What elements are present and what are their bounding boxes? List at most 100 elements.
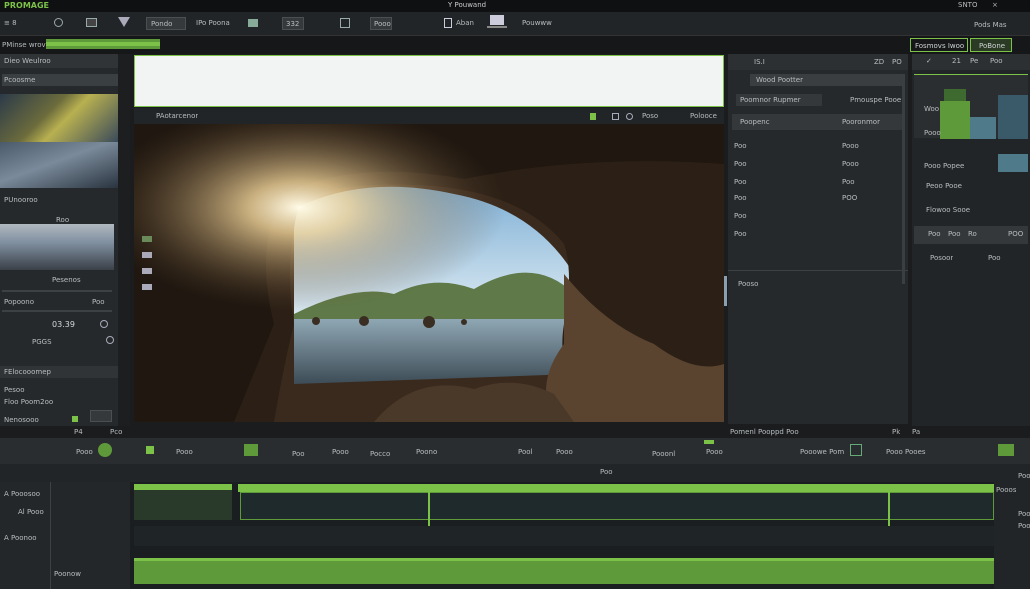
track-label[interactable]: Pooo — [556, 448, 573, 456]
media-list-row[interactable]: Poo POO — [732, 192, 904, 204]
crop-icon[interactable] — [118, 17, 130, 27]
monitor-icon[interactable] — [86, 18, 97, 27]
toolbar-tab-pooo[interactable]: Pooo — [370, 17, 392, 30]
slider-track-2[interactable] — [2, 310, 112, 312]
left-scroll-separator[interactable] — [118, 54, 130, 430]
viewer-canvas[interactable] — [134, 124, 724, 422]
audio-clip[interactable] — [134, 558, 994, 584]
media-thumbnail-1-lower[interactable] — [0, 142, 118, 188]
export-button[interactable]: Fosmovs Iwoo — [910, 38, 968, 52]
track-label[interactable]: Poo — [292, 450, 305, 458]
section3-row: Pesoo — [4, 386, 25, 394]
track-label[interactable]: Pooo — [332, 448, 349, 456]
scopes-tab-3[interactable]: Pe — [970, 57, 978, 65]
toolbar-menu-button[interactable]: ≡ 8 — [4, 19, 17, 27]
scopes-tab-1[interactable]: ✓ — [926, 57, 932, 65]
title-bar: PROMAGE Y Pouwand SNTO × — [0, 0, 1030, 12]
media-list-row[interactable]: Poo Pooo — [732, 158, 904, 170]
media-list-row[interactable]: Poo Pooo — [732, 140, 904, 152]
scopes-tab-4[interactable]: Poo — [990, 57, 1003, 65]
timeline-ruler[interactable]: Poo — [0, 464, 1030, 482]
media-thumbnail-1[interactable] — [0, 94, 118, 142]
toolbar-right-label[interactable]: Pods Mas — [974, 21, 1007, 29]
timeline-tracks[interactable] — [130, 482, 994, 589]
column-header-a[interactable]: Poopenc — [740, 118, 770, 126]
track-header-label[interactable]: Al Pooo — [18, 508, 44, 516]
pen-icon[interactable] — [142, 236, 152, 242]
column-header-b[interactable]: Pooronmor — [842, 118, 880, 126]
filter-label[interactable]: Poomnor Rupmer — [736, 94, 822, 106]
scope-cell[interactable]: POO — [1008, 230, 1023, 238]
histogram-label-a: Woo — [924, 105, 940, 113]
close-button[interactable]: × — [992, 1, 998, 9]
main-toolbar: ≡ 8 Pondo IPo Poona 332 Pooo Aban Pouwww… — [0, 12, 1030, 36]
viewer-label: PAotarcenor — [156, 112, 199, 120]
right-panel-scrollbar[interactable] — [902, 74, 905, 284]
search-field[interactable]: Wood Pootter — [750, 74, 902, 86]
audio-track[interactable] — [134, 526, 994, 546]
filter-right[interactable]: Pmouspe Pooe — [850, 96, 901, 104]
scope-cell[interactable]: Ro — [968, 230, 977, 238]
display-icon[interactable] — [490, 15, 504, 25]
toolbar-tab-pouwww[interactable]: Pouwww — [522, 19, 552, 27]
grid-icon[interactable] — [612, 113, 619, 120]
media-list-row[interactable]: Poo Poo — [732, 176, 904, 188]
track-header-label[interactable]: A Pooosoo — [4, 490, 40, 498]
folder-icon[interactable] — [248, 19, 258, 27]
track-label[interactable]: Pooo — [176, 448, 193, 456]
clip-marker-end[interactable] — [998, 444, 1014, 456]
media-list-row[interactable]: Poo — [732, 228, 904, 240]
zoom-level[interactable]: 332 — [282, 17, 304, 30]
track-label[interactable]: Pooowe Pom — [800, 448, 844, 456]
track-label[interactable]: Pooonl — [652, 450, 675, 458]
play-icon[interactable] — [146, 446, 154, 454]
track-label[interactable]: Poono — [416, 448, 437, 456]
toolbar-tab-ipo[interactable]: IPo Poona — [196, 19, 230, 27]
timeline-header-right-c: Pa — [912, 428, 921, 436]
scope-cell[interactable]: Poo — [928, 230, 941, 238]
toolbar-tab-aban[interactable]: Aban — [456, 19, 474, 27]
video-clip[interactable] — [134, 484, 232, 520]
power-icon[interactable] — [106, 336, 114, 344]
histogram: Woo Pooo — [914, 74, 1028, 139]
clip-marker[interactable] — [244, 444, 258, 456]
toolbar-tab-pondo[interactable]: Pondo — [146, 17, 186, 30]
video-clip-body[interactable] — [240, 492, 994, 520]
sub-bar: PMinse wrove Fosmovs Iwoo PoBone — [0, 36, 1030, 54]
panel-resize-handle[interactable] — [724, 276, 727, 306]
track-label[interactable]: Pool — [518, 448, 532, 456]
slider-track-1[interactable] — [2, 290, 112, 292]
brush-icon[interactable] — [142, 252, 152, 258]
record-icon[interactable] — [98, 443, 112, 457]
target-icon[interactable] — [626, 113, 633, 120]
track-label[interactable]: Pooo — [706, 448, 723, 456]
viewer-right-a[interactable]: Poso — [642, 112, 658, 120]
copy-icon[interactable] — [444, 18, 452, 28]
clip-marker[interactable] — [704, 440, 714, 444]
track-header-label[interactable]: Poonow — [54, 570, 81, 578]
left-panel-tab[interactable]: Pcoosme — [2, 74, 128, 86]
settings-icon[interactable] — [100, 320, 108, 328]
video-clip[interactable] — [238, 484, 994, 492]
viewer-right-b[interactable]: Polooce — [690, 112, 717, 120]
track-label[interactable]: Pocco — [370, 450, 390, 458]
left-panel-action-button[interactable] — [90, 410, 112, 422]
media-row-type: POO — [842, 194, 858, 202]
clip-marker[interactable] — [850, 444, 862, 456]
media-list-row[interactable]: Poo — [732, 210, 904, 222]
media-row-type: Poo — [842, 178, 855, 186]
viewer-top-strip — [134, 55, 724, 107]
track-header-label[interactable]: A Poonoo — [4, 534, 37, 542]
track-label[interactable]: Pooo Pooes — [886, 448, 926, 456]
check-icon[interactable] — [72, 416, 78, 422]
stamp-icon[interactable] — [142, 284, 152, 290]
undo-icon[interactable] — [54, 18, 63, 27]
lock-icon[interactable] — [590, 113, 596, 120]
scopes-tab-2[interactable]: 21 — [952, 57, 961, 65]
media-thumbnail-2[interactable] — [0, 224, 114, 270]
scope-cell[interactable]: Poo — [948, 230, 961, 238]
eraser-icon[interactable] — [142, 268, 152, 274]
track-label[interactable]: Pooo — [76, 448, 93, 456]
publish-button[interactable]: PoBone — [970, 38, 1012, 52]
layers-icon[interactable] — [340, 18, 350, 28]
